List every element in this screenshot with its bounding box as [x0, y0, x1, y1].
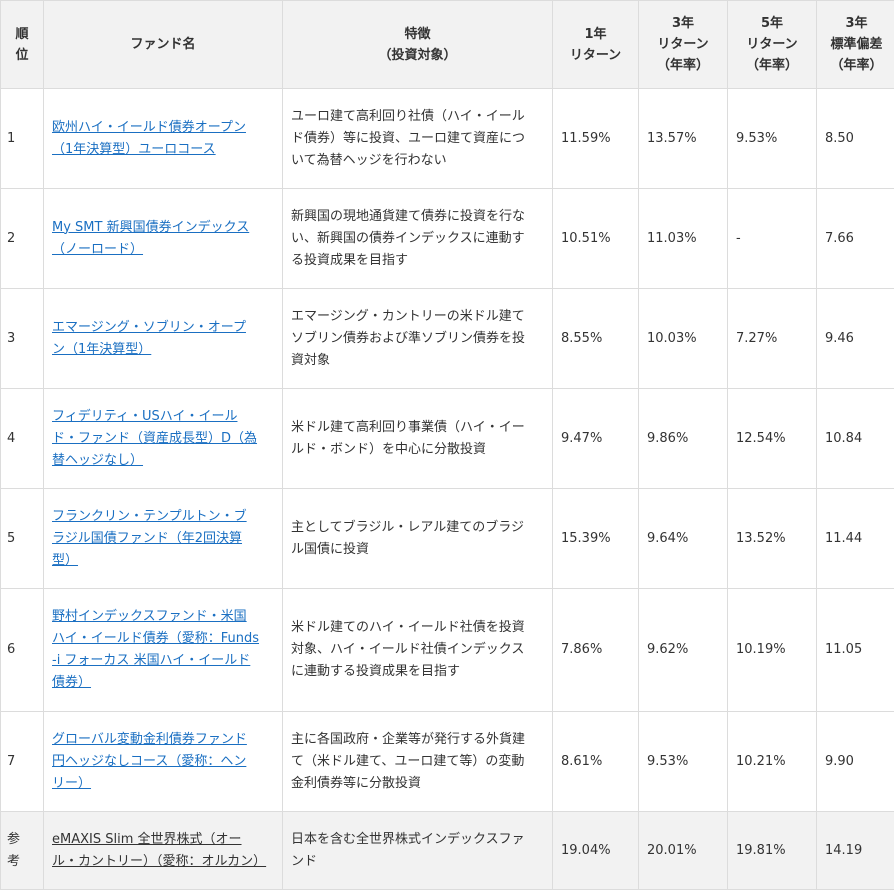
return-5y-cell: 10.19%	[727, 588, 817, 712]
table-row: 4 フィデリティ・USハイ・イール ド・ファンド（資産成長型）D（為 替ヘッジな…	[0, 388, 894, 489]
return-1y-cell: 19.04%	[552, 811, 639, 890]
return-5y-cell: 10.21%	[727, 711, 817, 812]
return-3y-cell: 9.62%	[638, 588, 728, 712]
return-5y-cell: -	[727, 188, 817, 289]
table-row: 2 My SMT 新興国債券インデックス （ノーロード） 新興国の現地通貨建て債…	[0, 188, 894, 289]
header-5y-return: 5年 リターン （年率）	[727, 0, 817, 89]
table-row: 7 グローバル変動金利債券ファンド 円ヘッジなしコース（愛称：ヘン リー） 主に…	[0, 711, 894, 812]
return-3y-cell: 9.53%	[638, 711, 728, 812]
rank-cell: 1	[0, 88, 44, 189]
header-3y-stddev: 3年 標準偏差 （年率）	[816, 0, 894, 89]
rank-cell: 参 考	[0, 811, 44, 890]
feature-cell: 米ドル建てのハイ・イールド社債を投資 対象、ハイ・イールド社債インデックス に連…	[282, 588, 553, 712]
fund-link[interactable]: フランクリン・テンプルトン・ブ ラジル国債ファンド（年2回決算 型）	[52, 509, 247, 568]
rank-cell: 2	[0, 188, 44, 289]
return-1y-cell: 8.55%	[552, 288, 639, 389]
stddev-3y-cell: 9.46	[816, 288, 894, 389]
fund-link[interactable]: 野村インデックスファンド・米国 ハイ・イールド債券（愛称：Funds -i フォ…	[52, 609, 259, 690]
rank-cell: 6	[0, 588, 44, 712]
fund-link[interactable]: eMAXIS Slim 全世界株式（オー ル・カントリー）（愛称：オルカン）	[52, 832, 266, 869]
feature-cell: エマージング・カントリーの米ドル建て ソブリン債券および準ソブリン債券を投 資対…	[282, 288, 553, 389]
return-3y-cell: 10.03%	[638, 288, 728, 389]
rank-cell: 5	[0, 488, 44, 589]
table-row: 1 欧州ハイ・イールド債券オープン （1年決算型）ユーロコース ユーロ建て高利回…	[0, 88, 894, 189]
rank-cell: 4	[0, 388, 44, 489]
return-1y-cell: 9.47%	[552, 388, 639, 489]
return-5y-cell: 19.81%	[727, 811, 817, 890]
table-row: 5 フランクリン・テンプルトン・ブ ラジル国債ファンド（年2回決算 型） 主とし…	[0, 488, 894, 589]
feature-cell: 主に各国政府・企業等が発行する外貨建 て（米ドル建て、ユーロ建て等）の変動 金利…	[282, 711, 553, 812]
table-row: 3 エマージング・ソブリン・オープ ン（1年決算型） エマージング・カントリーの…	[0, 288, 894, 389]
return-5y-cell: 9.53%	[727, 88, 817, 189]
return-1y-cell: 8.61%	[552, 711, 639, 812]
header-fund-name: ファンド名	[43, 0, 283, 89]
header-feature: 特徴 （投資対象）	[282, 0, 553, 89]
stddev-3y-cell: 11.05	[816, 588, 894, 712]
return-3y-cell: 9.64%	[638, 488, 728, 589]
return-5y-cell: 7.27%	[727, 288, 817, 389]
return-1y-cell: 7.86%	[552, 588, 639, 712]
return-3y-cell: 11.03%	[638, 188, 728, 289]
fund-link[interactable]: フィデリティ・USハイ・イール ド・ファンド（資産成長型）D（為 替ヘッジなし）	[52, 409, 257, 468]
return-1y-cell: 10.51%	[552, 188, 639, 289]
header-3y-return: 3年 リターン （年率）	[638, 0, 728, 89]
stddev-3y-cell: 14.19	[816, 811, 894, 890]
header-row: 順 位 ファンド名 特徴 （投資対象） 1年 リターン 3年 リターン （年率）…	[0, 0, 894, 89]
stddev-3y-cell: 11.44	[816, 488, 894, 589]
fund-link[interactable]: グローバル変動金利債券ファンド 円ヘッジなしコース（愛称：ヘン リー）	[52, 732, 247, 791]
stddev-3y-cell: 9.90	[816, 711, 894, 812]
stddev-3y-cell: 7.66	[816, 188, 894, 289]
return-5y-cell: 13.52%	[727, 488, 817, 589]
feature-cell: 米ドル建て高利回り事業債（ハイ・イー ルド・ボンド）を中心に分散投資	[282, 388, 553, 489]
reference-row: 参 考 eMAXIS Slim 全世界株式（オー ル・カントリー）（愛称：オルカ…	[0, 811, 894, 890]
fund-link[interactable]: エマージング・ソブリン・オープ ン（1年決算型）	[52, 320, 246, 357]
table-row: 6 野村インデックスファンド・米国 ハイ・イールド債券（愛称：Funds -i …	[0, 588, 894, 712]
return-1y-cell: 15.39%	[552, 488, 639, 589]
rank-cell: 7	[0, 711, 44, 812]
fund-ranking-table: 順 位 ファンド名 特徴 （投資対象） 1年 リターン 3年 リターン （年率）…	[0, 0, 894, 890]
fund-link[interactable]: 欧州ハイ・イールド債券オープン （1年決算型）ユーロコース	[52, 120, 246, 157]
return-3y-cell: 9.86%	[638, 388, 728, 489]
rank-cell: 3	[0, 288, 44, 389]
return-3y-cell: 13.57%	[638, 88, 728, 189]
feature-cell: 日本を含む全世界株式インデックスファ ンド	[282, 811, 553, 890]
stddev-3y-cell: 8.50	[816, 88, 894, 189]
feature-cell: ユーロ建て高利回り社債（ハイ・イール ド債券）等に投資、ユーロ建て資産につ いて…	[282, 88, 553, 189]
return-5y-cell: 12.54%	[727, 388, 817, 489]
header-1y-return: 1年 リターン	[552, 0, 639, 89]
feature-cell: 新興国の現地通貨建て債券に投資を行な い、新興国の債券インデックスに連動す る投…	[282, 188, 553, 289]
return-3y-cell: 20.01%	[638, 811, 728, 890]
header-rank: 順 位	[0, 0, 44, 89]
fund-link[interactable]: My SMT 新興国債券インデックス （ノーロード）	[52, 220, 249, 257]
stddev-3y-cell: 10.84	[816, 388, 894, 489]
return-1y-cell: 11.59%	[552, 88, 639, 189]
feature-cell: 主としてブラジル・レアル建てのブラジ ル国債に投資	[282, 488, 553, 589]
